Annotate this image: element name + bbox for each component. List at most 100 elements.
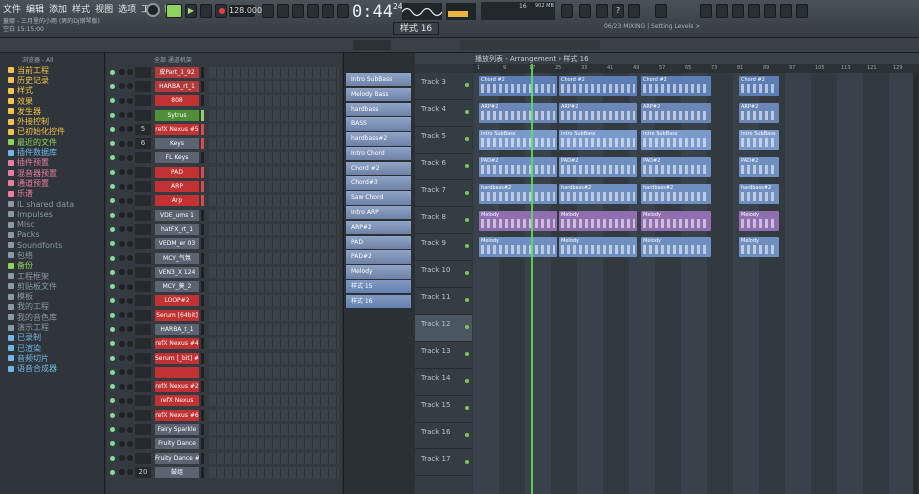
browser-item[interactable]: 效果 bbox=[0, 96, 104, 106]
typing-keyboard-button[interactable] bbox=[337, 4, 349, 18]
edit-button[interactable] bbox=[579, 4, 591, 18]
channel-step-grid[interactable] bbox=[209, 352, 339, 364]
track-active-led[interactable] bbox=[465, 378, 469, 383]
channel-row[interactable]: MCY_莫_2 bbox=[106, 279, 342, 293]
channel-volume-knob[interactable] bbox=[127, 269, 133, 276]
channel-volume-knob[interactable] bbox=[127, 154, 133, 161]
channel-name-button[interactable]: VEDM_er 03 bbox=[155, 238, 199, 250]
channel-mute-led[interactable] bbox=[110, 284, 115, 290]
channel-step-grid[interactable] bbox=[209, 109, 339, 121]
channel-step-grid[interactable] bbox=[209, 266, 339, 278]
channel-pan-knob[interactable] bbox=[119, 197, 125, 204]
channel-mute-led[interactable] bbox=[110, 269, 115, 275]
loop-record-button[interactable] bbox=[292, 4, 304, 18]
track-active-led[interactable] bbox=[465, 136, 469, 141]
track-header[interactable]: Track 5 bbox=[415, 127, 472, 154]
pattern-clip[interactable]: hardbass#2 bbox=[739, 183, 779, 204]
channel-name-button[interactable]: Serum [_bit] #2 bbox=[155, 352, 199, 364]
channel-volume-knob[interactable] bbox=[127, 112, 133, 119]
pattern-clip[interactable]: PAD#2 bbox=[641, 156, 711, 177]
channel-select-indicator[interactable] bbox=[201, 66, 204, 78]
channel-row[interactable]: Sytrus bbox=[106, 108, 342, 122]
channel-volume-knob[interactable] bbox=[127, 283, 133, 290]
browser-item[interactable]: 外接控制 bbox=[0, 116, 104, 126]
channel-volume-knob[interactable] bbox=[127, 426, 133, 433]
channel-mute-led[interactable] bbox=[110, 126, 115, 132]
channel-mute-led[interactable] bbox=[110, 112, 115, 118]
channel-mute-led[interactable] bbox=[110, 298, 115, 304]
channel-row[interactable]: 6 Keys bbox=[106, 136, 342, 150]
channel-select-indicator[interactable] bbox=[201, 152, 204, 164]
track-header[interactable]: Track 4 bbox=[415, 100, 472, 127]
channel-name-button[interactable]: Serum [64bit] bbox=[155, 309, 199, 321]
channel-pan-knob[interactable] bbox=[119, 283, 125, 290]
channel-row[interactable]: Fruity Dance #2 bbox=[106, 451, 342, 465]
channel-row[interactable]: 皮Part_1_92 bbox=[106, 65, 342, 79]
channel-mixer-track[interactable] bbox=[135, 152, 151, 164]
browser-item[interactable]: 我的工程 bbox=[0, 302, 104, 312]
metronome-button[interactable] bbox=[262, 4, 274, 18]
channel-select-indicator[interactable] bbox=[201, 95, 204, 107]
channel-pan-knob[interactable] bbox=[119, 83, 125, 90]
channel-step-grid[interactable] bbox=[209, 295, 339, 307]
channel-name-button[interactable]: Fairy Sparkle bbox=[155, 424, 199, 436]
channel-row[interactable]: VEDM_er 03 bbox=[106, 237, 342, 251]
menu-options[interactable]: 选项 bbox=[118, 2, 136, 15]
browser-item[interactable]: 当前工程 bbox=[0, 65, 104, 75]
bug-icon-button[interactable] bbox=[596, 4, 608, 18]
channel-select-indicator[interactable] bbox=[201, 295, 204, 307]
pattern-item[interactable]: 样式 16 bbox=[346, 294, 411, 309]
channel-step-grid[interactable] bbox=[209, 309, 339, 321]
channel-step-grid[interactable] bbox=[209, 138, 339, 150]
pattern-selector[interactable]: 样式 16 bbox=[393, 22, 439, 35]
channel-volume-knob[interactable] bbox=[127, 226, 133, 233]
track-active-led[interactable] bbox=[465, 405, 469, 410]
channel-name-button[interactable]: Fruity Dance #2 bbox=[155, 452, 199, 464]
channel-name-button[interactable]: refX Nexus bbox=[155, 395, 199, 407]
browser-item[interactable]: Soundfonts bbox=[0, 240, 104, 250]
channel-pan-knob[interactable] bbox=[119, 455, 125, 462]
browser-item[interactable]: 工程框架 bbox=[0, 271, 104, 281]
pattern-clip[interactable]: Melody bbox=[479, 237, 557, 258]
pattern-item[interactable]: Saw Chord bbox=[346, 191, 411, 205]
channel-select-indicator[interactable] bbox=[201, 166, 204, 178]
pattern-clip[interactable]: PAD#2 bbox=[479, 156, 557, 177]
pattern-song-toggle[interactable] bbox=[166, 4, 182, 18]
channel-volume-knob[interactable] bbox=[127, 397, 133, 404]
channel-row[interactable]: ARP bbox=[106, 179, 342, 193]
channel-mute-led[interactable] bbox=[110, 369, 115, 375]
pattern-item[interactable]: Chord #2 bbox=[346, 161, 411, 176]
channel-name-button[interactable]: Keys bbox=[155, 138, 199, 150]
channel-pan-knob[interactable] bbox=[119, 326, 125, 333]
track-header[interactable]: Track 16 bbox=[415, 423, 472, 450]
pattern-clip[interactable]: ARP#2 bbox=[739, 102, 779, 123]
channel-step-grid[interactable] bbox=[209, 366, 339, 378]
channel-volume-knob[interactable] bbox=[127, 183, 133, 190]
track-header[interactable]: Track 14 bbox=[415, 369, 472, 396]
track-header[interactable]: Track 6 bbox=[415, 154, 472, 181]
channel-select-indicator[interactable] bbox=[201, 366, 204, 378]
channel-mute-led[interactable] bbox=[110, 441, 115, 447]
channel-mixer-track[interactable]: 5 bbox=[135, 123, 151, 135]
view-mode-buttons[interactable] bbox=[460, 40, 600, 50]
pattern-clip[interactable]: hardbass#2 bbox=[641, 183, 711, 204]
playlist-scrollbar[interactable] bbox=[913, 73, 919, 494]
channel-volume-knob[interactable] bbox=[127, 455, 133, 462]
track-active-led[interactable] bbox=[465, 352, 469, 356]
track-lanes[interactable]: Chord #2 Chord #2 Chord #2 Chord #2 ARP#2 ARP… bbox=[473, 73, 919, 494]
channel-mixer-track[interactable] bbox=[135, 338, 151, 350]
track-header[interactable]: Track 17 bbox=[415, 450, 472, 477]
channel-row[interactable]: 808 bbox=[106, 94, 342, 108]
browser-item[interactable]: Packs bbox=[0, 230, 104, 240]
channel-pan-knob[interactable] bbox=[119, 226, 125, 233]
channel-mixer-track[interactable]: 20 bbox=[135, 466, 151, 478]
channel-row[interactable]: refX Nexus #2 bbox=[106, 380, 342, 394]
channel-mute-led[interactable] bbox=[110, 69, 115, 75]
channel-mute-led[interactable] bbox=[110, 198, 115, 204]
channel-pan-knob[interactable] bbox=[119, 412, 125, 419]
one-click-audio-button[interactable] bbox=[796, 4, 808, 18]
step-edit-button[interactable] bbox=[307, 4, 319, 18]
channel-row[interactable]: refX Nexus #6 bbox=[106, 408, 342, 422]
channel-mixer-track[interactable] bbox=[135, 209, 151, 221]
channel-mixer-track[interactable] bbox=[135, 281, 151, 293]
